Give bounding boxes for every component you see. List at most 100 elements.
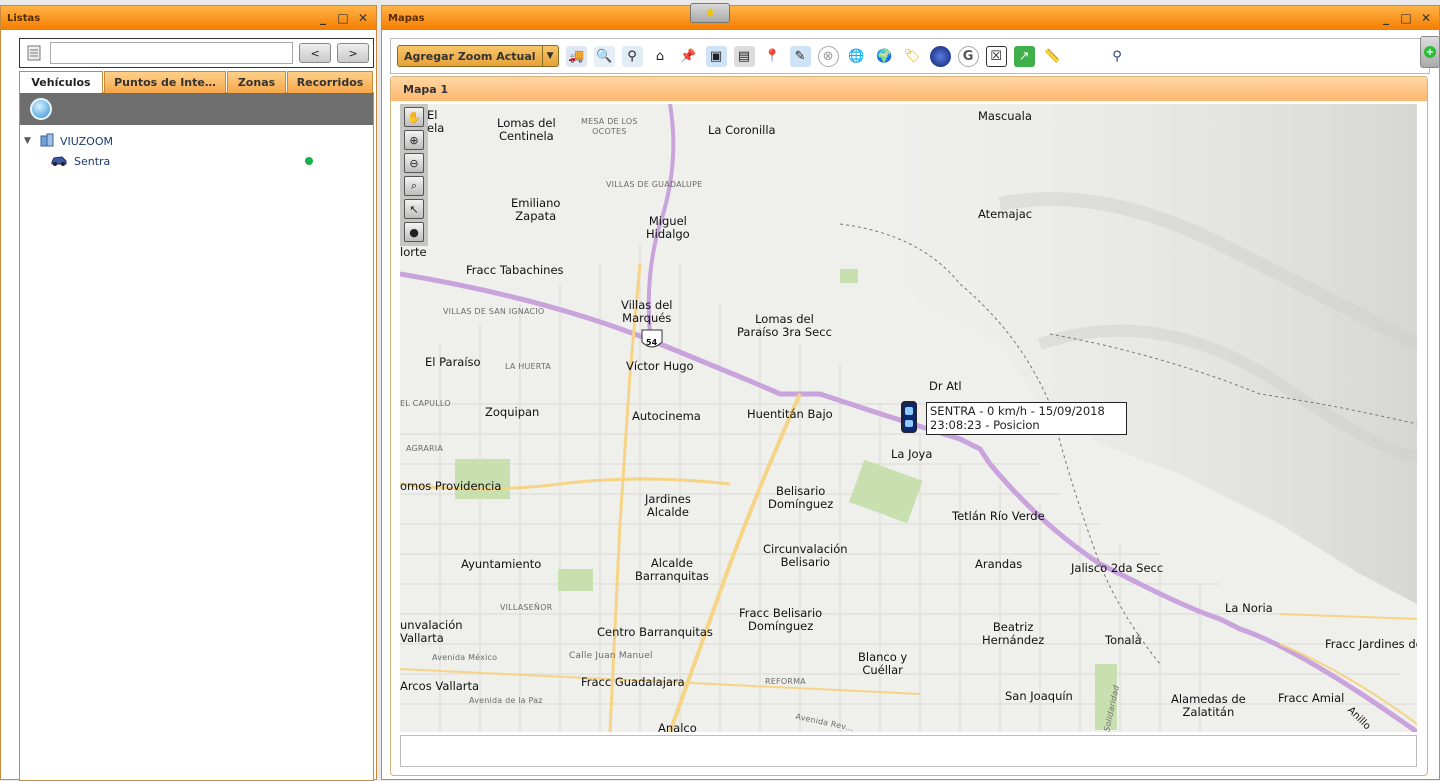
route-shield-label: 54 [646, 338, 658, 347]
home-icon[interactable]: ⌂ [650, 46, 671, 67]
add-panel-button[interactable]: + [1420, 36, 1440, 68]
place-label: LA HUERTA [505, 362, 552, 371]
listas-titlebar[interactable]: Listas _ □ ✕ [1, 6, 376, 30]
map-panel: Mapa 1 El ela Lomas del Centinela MESA D… [390, 76, 1428, 776]
place-label: Tonalá [1105, 633, 1142, 647]
tab-vehiculos[interactable]: Vehículos [19, 71, 103, 93]
collapse-caret-icon[interactable]: ▼ [24, 136, 34, 146]
close-button[interactable]: ✕ [356, 11, 370, 25]
prev-button[interactable]: < [299, 43, 332, 63]
place-label: EL CAPULLO [400, 399, 451, 408]
next-button[interactable]: > [337, 43, 369, 63]
search-bar: < > [19, 38, 374, 68]
map-controls: ✋ ⊕ ⊖ ⌕ ↖ ● [400, 104, 428, 246]
place-label: Fracc Guadalajara [581, 675, 685, 689]
map-tab-header[interactable]: Mapa 1 [391, 77, 1427, 101]
world-view-icon[interactable]: ● [404, 222, 424, 242]
zoom-out-icon[interactable]: ⊖ [404, 153, 424, 173]
earth-icon[interactable] [929, 45, 951, 67]
mapas-titlebar[interactable]: Mapas _ □ ✕ [382, 6, 1439, 30]
tree-vehicle-row[interactable]: Sentra [24, 151, 369, 171]
place-label: Blanco y Cuéllar [858, 650, 908, 677]
place-label: Miguel Hidalgo [646, 214, 690, 241]
place-label: Víctor Hugo [626, 359, 694, 373]
search-input[interactable] [49, 42, 294, 64]
close-button[interactable]: ✕ [1419, 11, 1433, 25]
mapas-title: Mapas [388, 12, 425, 24]
tree-group-row[interactable]: ▼ VIUZOOM [24, 131, 369, 151]
place-label: Jardines Alcalde [645, 492, 691, 519]
no-map-icon[interactable]: ☒ [985, 45, 1007, 67]
document-list-icon[interactable] [24, 44, 44, 62]
maximize-button[interactable]: □ [1399, 11, 1413, 25]
export-icon[interactable]: ↗ [1013, 45, 1035, 67]
place-label: Analco [658, 721, 697, 733]
vehicle-list-icon[interactable]: 🚚 [565, 45, 587, 67]
place-label: Atemajac [978, 207, 1033, 221]
place-label: Arcos Vallarta [400, 679, 480, 693]
place-label: AGRARIA [406, 444, 444, 453]
select-pointer-icon[interactable]: ↖ [404, 199, 424, 219]
place-label: El Paraíso [425, 355, 481, 369]
vehicles-toolbar [20, 93, 373, 125]
place-label: Ayuntamiento [461, 557, 542, 571]
map-status-bar [400, 735, 1417, 767]
pan-hand-icon[interactable]: ✋ [404, 107, 424, 127]
listas-title: Listas [7, 12, 41, 24]
maximize-button[interactable]: □ [336, 11, 350, 25]
zoom-box-icon[interactable]: ⌕ [404, 176, 424, 196]
street-label: Avenida de la Paz [469, 696, 543, 705]
favorites-star-icon[interactable]: ★ [690, 3, 730, 23]
google-icon[interactable]: G [957, 45, 979, 67]
clear-icon[interactable]: ⊗ [817, 45, 839, 67]
zoom-select[interactable]: Agregar Zoom Actual ▼ [397, 45, 559, 67]
tab-recorridos[interactable]: Recorridos [287, 71, 373, 93]
chevron-down-icon: ▼ [541, 46, 558, 66]
place-label: Centro Barranquitas [597, 625, 713, 639]
tab-zonas[interactable]: Zonas [227, 71, 286, 93]
location-pin-icon[interactable]: ⚲ [1107, 46, 1128, 67]
place-label: Jalisco 2da Secc [1071, 561, 1164, 575]
street-label: Calle Juan Manuel [569, 651, 653, 661]
vehicles-panel: ▼ VIUZOOM Sentra [19, 93, 374, 781]
pushpin-icon[interactable]: 📌 [678, 46, 699, 67]
vehicle-status-indicator [305, 157, 313, 165]
tooltip-line-1: SENTRA - 0 km/h - 15/09/2018 [930, 404, 1105, 418]
place-label: Fracc Jardines del [1325, 637, 1417, 651]
place-label: Lomas del Centinela [497, 116, 556, 143]
place-label: Zoquipan [485, 405, 540, 419]
minimize-button[interactable]: _ [1379, 11, 1393, 25]
globe-icon[interactable]: 🌍 [874, 46, 895, 67]
place-label: Beatriz Hernández [982, 620, 1045, 647]
binoculars-icon[interactable]: ⚲ [621, 45, 643, 67]
ruler-icon[interactable]: 📏 [1042, 46, 1063, 67]
vehicle-search-icon[interactable]: 🔍 [593, 45, 615, 67]
minimize-button[interactable]: _ [316, 11, 330, 25]
car-icon [50, 153, 68, 170]
map-canvas[interactable]: El ela Lomas del Centinela MESA DE LOS OCOT… [400, 104, 1417, 732]
place-label: La Noria [1225, 601, 1273, 615]
tag-icon[interactable]: 🏷 [902, 46, 923, 67]
tab-puntos-de-interes[interactable]: Puntos de Inte… [104, 71, 226, 93]
map-edit-icon[interactable]: ✎ [789, 45, 811, 67]
place-label: VILLAS DE SAN IGNACIO [443, 307, 545, 316]
globe-icon[interactable] [30, 98, 52, 120]
place-label: MESA DE LOS OCOTES [581, 117, 638, 136]
place-label: San Joaquín [1005, 689, 1073, 703]
vehicle-marker[interactable] [901, 401, 917, 433]
place-label: VILLAS DE GUADALUPE [606, 180, 703, 189]
globe-remove-icon[interactable]: 🌐 [846, 46, 867, 67]
place-label: La Joya [891, 447, 933, 461]
place-label: Emiliano Zapata [511, 196, 561, 223]
monitor-icon[interactable]: ▤ [733, 45, 755, 67]
vehicle-tree: ▼ VIUZOOM Sentra [20, 125, 373, 177]
vehicle-tooltip: SENTRA - 0 km/h - 15/09/2018 23:08:23 - … [926, 402, 1127, 435]
listas-tabs: Vehículos Puntos de Inte… Zonas Recorrid… [19, 71, 374, 93]
pin-group-icon[interactable]: 📍 [762, 46, 783, 67]
map-window-icon[interactable]: ▣ [705, 45, 727, 67]
place-label: omos Providencia [400, 479, 502, 493]
map-tab-label: Mapa 1 [403, 82, 449, 96]
zoom-in-icon[interactable]: ⊕ [404, 130, 424, 150]
place-label: Dr Atl [929, 379, 962, 393]
place-label: Huentitán Bajo [747, 407, 833, 421]
